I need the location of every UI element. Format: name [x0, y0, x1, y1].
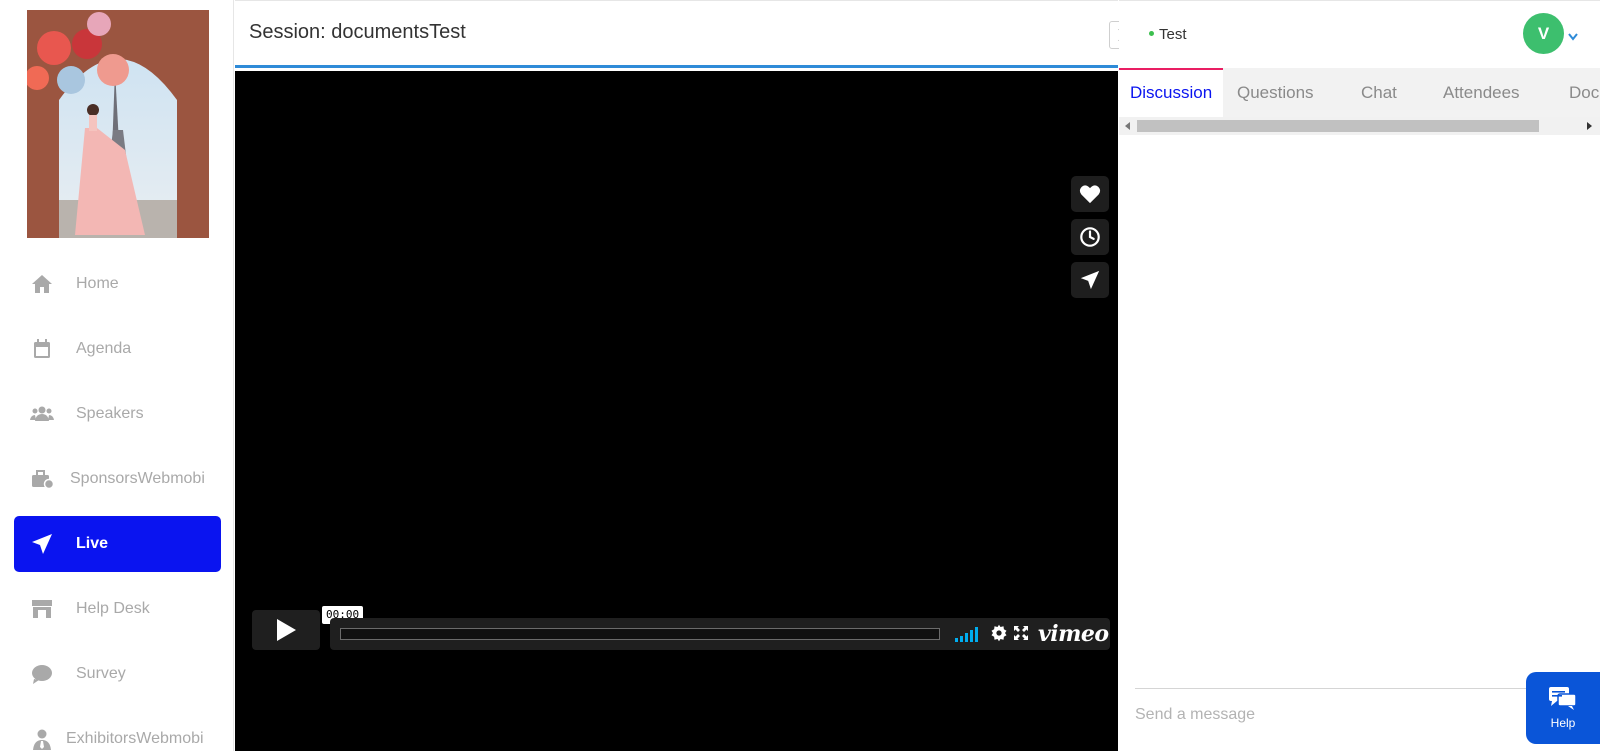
session-header: Session: documentsTest	[235, 0, 1118, 68]
watch-later-button[interactable]	[1071, 219, 1109, 255]
panel-tabs: Discussion Questions Chat Attendees Doc	[1119, 68, 1600, 117]
tab-attendees[interactable]: Attendees	[1443, 68, 1520, 117]
page-title: Session: documentsTest	[249, 21, 466, 43]
users-icon	[28, 400, 56, 428]
tab-documents[interactable]: Doc	[1569, 68, 1599, 117]
sidebar-item-home[interactable]: Home	[14, 256, 221, 312]
sidebar-item-label: Speakers	[76, 405, 144, 422]
volume-icon[interactable]	[955, 626, 978, 642]
heart-icon	[1079, 185, 1101, 204]
help-button[interactable]: Help	[1526, 672, 1600, 744]
sidebar-item-label: Survey	[76, 665, 126, 682]
sidebar-item-label: Home	[76, 275, 119, 292]
vimeo-logo[interactable]: vimeo	[1038, 621, 1109, 647]
sidebar-item-label: SponsorsWebmobi	[70, 470, 205, 487]
comment-icon	[28, 660, 56, 688]
sidebar-item-label: Help Desk	[76, 600, 150, 617]
sidebar: Home Agenda Speakers SponsorsWebmobi Liv…	[0, 0, 234, 751]
sidebar-item-speakers[interactable]: Speakers	[14, 386, 221, 442]
event-banner-image	[27, 10, 209, 238]
tab-chat[interactable]: Chat	[1361, 68, 1397, 117]
play-icon	[277, 619, 296, 641]
tab-discussion[interactable]: Discussion	[1119, 68, 1224, 117]
sidebar-item-label: Agenda	[76, 340, 132, 357]
paper-plane-icon	[1080, 270, 1100, 290]
scroll-left-icon[interactable]	[1125, 122, 1131, 130]
calendar-icon	[28, 335, 56, 363]
sidebar-item-survey[interactable]: Survey	[14, 646, 221, 702]
tab-questions[interactable]: Questions	[1237, 68, 1314, 117]
home-icon	[28, 270, 56, 298]
sidebar-item-exhibitors[interactable]: ExhibitorsWebmobi	[14, 711, 221, 751]
fullscreen-icon[interactable]	[1014, 626, 1028, 645]
chevron-down-icon[interactable]	[1568, 28, 1578, 46]
help-label: Help	[1550, 716, 1576, 730]
user-tie-icon	[28, 725, 56, 751]
sidebar-item-label: Live	[76, 535, 109, 552]
player-side-actions	[1071, 176, 1109, 305]
status-name: Test	[1159, 26, 1187, 43]
share-button[interactable]	[1071, 262, 1109, 298]
sidebar-item-help-desk[interactable]: Help Desk	[14, 581, 221, 637]
settings-gear-icon[interactable]	[990, 624, 1008, 647]
chat-bubbles-icon	[1549, 687, 1577, 710]
message-input[interactable]	[1135, 700, 1515, 730]
scroll-right-icon[interactable]	[1586, 122, 1592, 130]
sidebar-item-live[interactable]: Live	[14, 516, 221, 572]
progress-bar[interactable]	[340, 628, 940, 640]
play-button[interactable]	[252, 610, 320, 650]
sidebar-item-sponsors[interactable]: SponsorsWebmobi	[14, 451, 221, 507]
avatar[interactable]: V	[1523, 13, 1564, 54]
message-divider	[1135, 688, 1535, 689]
like-button[interactable]	[1071, 176, 1109, 212]
player-control-bar: vimeo	[330, 618, 1110, 650]
tabs-scrollbar[interactable]	[1119, 117, 1600, 135]
sidebar-item-agenda[interactable]: Agenda	[14, 321, 221, 377]
sidebar-item-label: ExhibitorsWebmobi	[66, 730, 204, 747]
briefcase-icon	[28, 465, 56, 493]
clock-icon	[1080, 227, 1100, 247]
online-status-dot	[1149, 31, 1154, 36]
paper-plane-icon	[28, 530, 56, 558]
store-icon	[28, 595, 56, 623]
scrollbar-thumb[interactable]	[1137, 120, 1539, 132]
